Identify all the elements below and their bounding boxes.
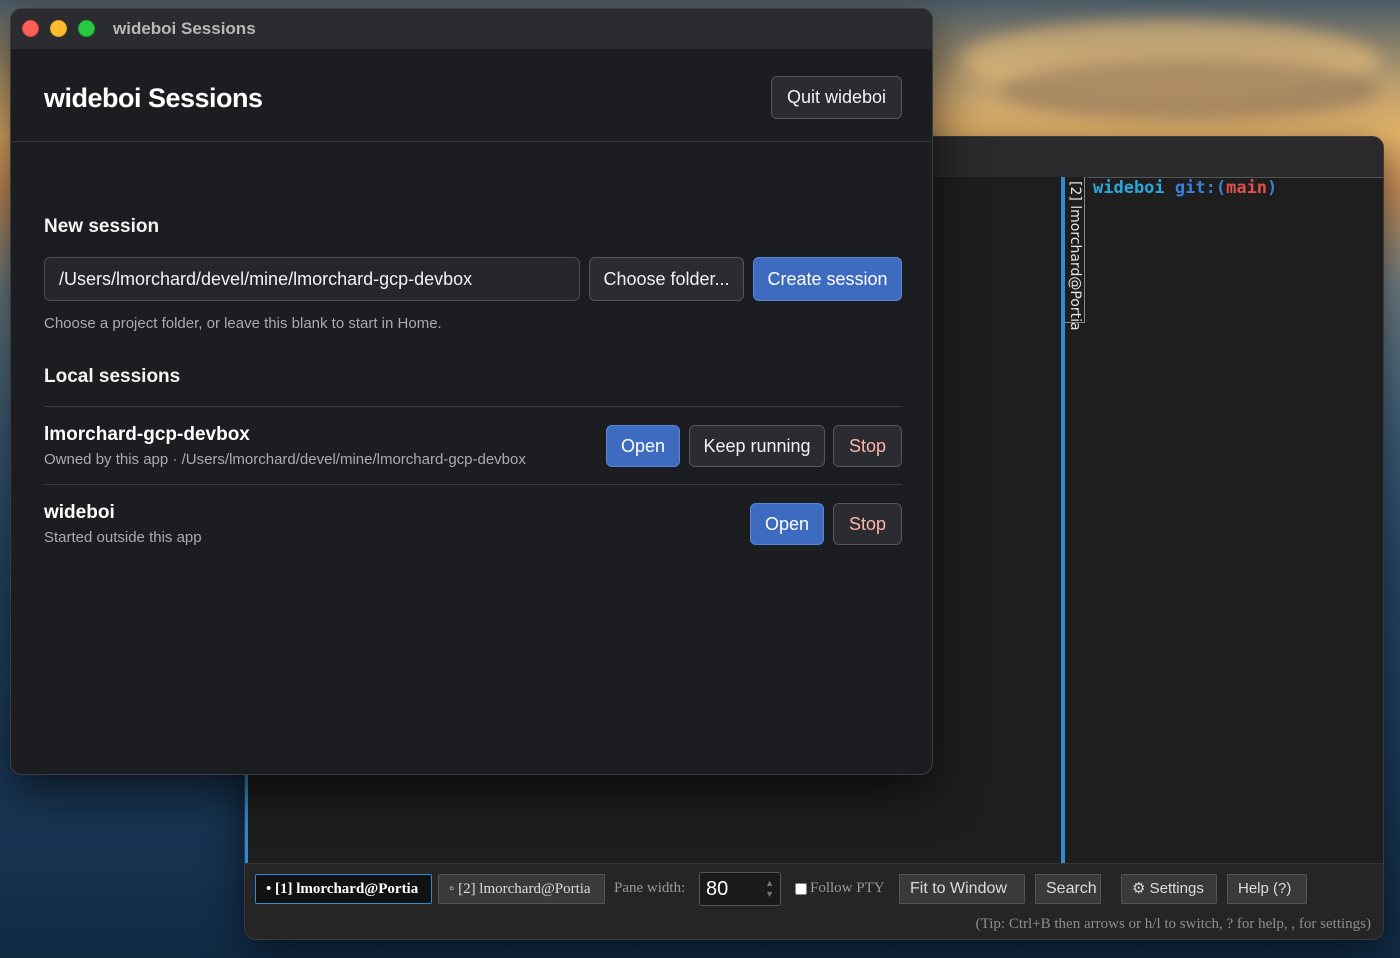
prompt-dir: wideboi [1093,178,1165,198]
follow-pty-checkbox[interactable] [795,883,807,895]
fit-to-window-button[interactable]: Fit to Window [899,874,1025,904]
terminal-toolbar: • [1] lmorchard@Portia ◦ [2] lmorchard@P… [245,863,1383,939]
local-sessions-heading: Local sessions [44,366,181,387]
prompt-branch: main [1226,178,1268,198]
shell-prompt: wideboi git:(main) [1093,178,1277,198]
settings-button[interactable]: ⚙ Settings [1121,874,1217,904]
terminal-pane-2[interactable]: wideboi git:(main) [1087,177,1383,863]
session-subtitle: Owned by this app · /Users/lmorchard/dev… [44,451,526,468]
search-button[interactable]: Search [1035,874,1101,904]
tab-2-button[interactable]: ◦ [2] lmorchard@Portia [438,874,605,904]
maximize-window-icon[interactable] [78,20,95,37]
divider [44,484,902,485]
stepper-icon[interactable]: ▲ ▼ [765,878,774,900]
project-path-input[interactable]: /Users/lmorchard/devel/mine/lmorchard-gc… [44,257,580,301]
keep-running-button[interactable]: Keep running [689,425,825,467]
pane-width-input[interactable]: 80 ▲ ▼ [699,872,781,906]
close-window-icon[interactable] [22,20,39,37]
page-title: wideboi Sessions [44,83,263,113]
sessions-window: wideboi Sessions wideboi Sessions Quit w… [10,8,933,775]
open-session-button[interactable]: Open [606,425,680,467]
window-title: wideboi Sessions [113,19,256,38]
divider [44,406,902,407]
session-name: wideboi [44,502,115,523]
sessions-header: wideboi Sessions Quit wideboi [11,49,932,142]
help-button[interactable]: Help (?) [1227,874,1307,904]
prompt-close: ) [1267,178,1278,198]
open-session-button[interactable]: Open [750,503,824,545]
stop-session-button[interactable]: Stop [833,425,902,467]
follow-pty-label: Follow PTY [810,880,885,896]
pane-width-value: 80 [706,878,729,900]
session-name: lmorchard-gcp-devbox [44,424,250,445]
pane-width-label: Pane width: [614,880,686,896]
stop-session-button[interactable]: Stop [833,503,902,545]
wallpaper-cloud [1000,60,1380,120]
quit-button[interactable]: Quit wideboi [771,76,902,119]
new-session-hint: Choose a project folder, or leave this b… [44,315,442,332]
choose-folder-button[interactable]: Choose folder... [589,257,744,301]
sessions-titlebar[interactable]: wideboi Sessions [11,9,932,49]
new-session-heading: New session [44,216,160,237]
pane-tab-2[interactable]: [2] lmorchard@Portia [1065,177,1085,331]
session-subtitle: Started outside this app [44,529,202,546]
pane-tab-label: [2] lmorchard@Portia [1067,181,1083,331]
prompt-git: git:( [1174,178,1227,198]
tip-text: (Tip: Ctrl+B then arrows or h/l to switc… [975,916,1371,932]
create-session-button[interactable]: Create session [753,257,902,301]
tab-1-button[interactable]: • [1] lmorchard@Portia [255,874,432,904]
minimize-window-icon[interactable] [50,20,67,37]
